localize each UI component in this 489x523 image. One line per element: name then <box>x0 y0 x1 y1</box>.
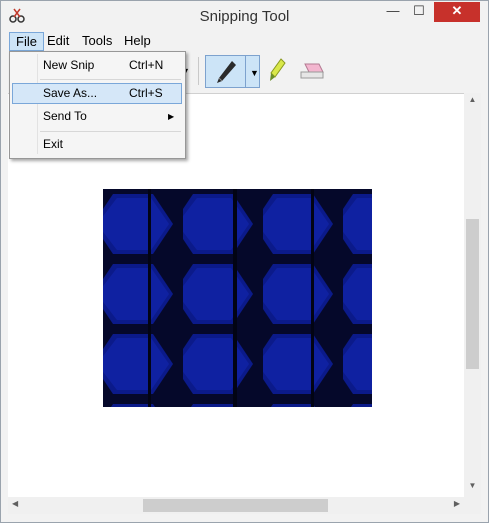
toolbar-separator <box>198 57 199 85</box>
menu-item-send-to[interactable]: Send To ▶ <box>12 106 182 127</box>
menu-item-label: Save As... <box>43 86 98 100</box>
menu-separator <box>40 131 181 132</box>
pen-icon <box>217 61 236 83</box>
menu-separator <box>40 79 181 80</box>
scroll-right-arrow-icon[interactable]: ▶ <box>454 499 460 508</box>
menu-edit[interactable]: Edit <box>41 32 75 50</box>
menu-item-label: New Snip <box>43 58 95 72</box>
menu-tools[interactable]: Tools <box>76 32 118 50</box>
snip-image <box>103 189 372 407</box>
menu-help[interactable]: Help <box>118 32 157 50</box>
maximize-button[interactable]: ☐ <box>406 2 432 22</box>
close-button[interactable]: ✕ <box>434 2 480 22</box>
horizontal-scrollbar[interactable]: ◀ ▶ <box>8 497 464 514</box>
submenu-arrow-icon: ▶ <box>168 112 175 121</box>
eraser-icon[interactable] <box>297 60 325 82</box>
pen-tool-button[interactable]: ▼ <box>205 55 260 88</box>
menu-item-shortcut: Ctrl+S <box>129 86 163 100</box>
menu-item-label: Exit <box>43 137 64 151</box>
menu-item-new-snip[interactable]: New Snip Ctrl+N <box>12 55 182 76</box>
title-bar[interactable]: Snipping Tool — ☐ ✕ <box>1 1 488 32</box>
menu-file[interactable]: File <box>9 32 44 51</box>
file-menu-dropdown: New Snip Ctrl+N Save As... Ctrl+S Send T… <box>9 51 186 159</box>
scroll-left-arrow-icon[interactable]: ◀ <box>12 499 18 508</box>
horizontal-scroll-thumb[interactable] <box>143 499 328 512</box>
snipping-tool-window: Snipping Tool — ☐ ✕ File Edit Tools Help… <box>0 0 489 523</box>
scroll-up-arrow-icon[interactable]: ▲ <box>464 95 481 109</box>
pen-split-divider <box>245 56 246 87</box>
menu-item-label: Send To <box>43 109 87 123</box>
scroll-down-arrow-icon[interactable]: ▼ <box>464 481 481 495</box>
vertical-scrollbar[interactable]: ▲ ▼ <box>464 93 481 497</box>
menu-bar: File Edit Tools Help <box>1 32 488 52</box>
minimize-button[interactable]: — <box>380 2 406 22</box>
menu-item-shortcut: Ctrl+N <box>129 58 164 72</box>
scrollbar-corner <box>464 497 481 514</box>
highlighter-icon[interactable] <box>267 57 287 85</box>
menu-item-save-as[interactable]: Save As... Ctrl+S <box>12 83 182 104</box>
pen-dropdown-arrow-icon[interactable]: ▼ <box>250 68 259 78</box>
menu-item-exit[interactable]: Exit <box>12 134 182 155</box>
vertical-scroll-thumb[interactable] <box>466 219 479 369</box>
